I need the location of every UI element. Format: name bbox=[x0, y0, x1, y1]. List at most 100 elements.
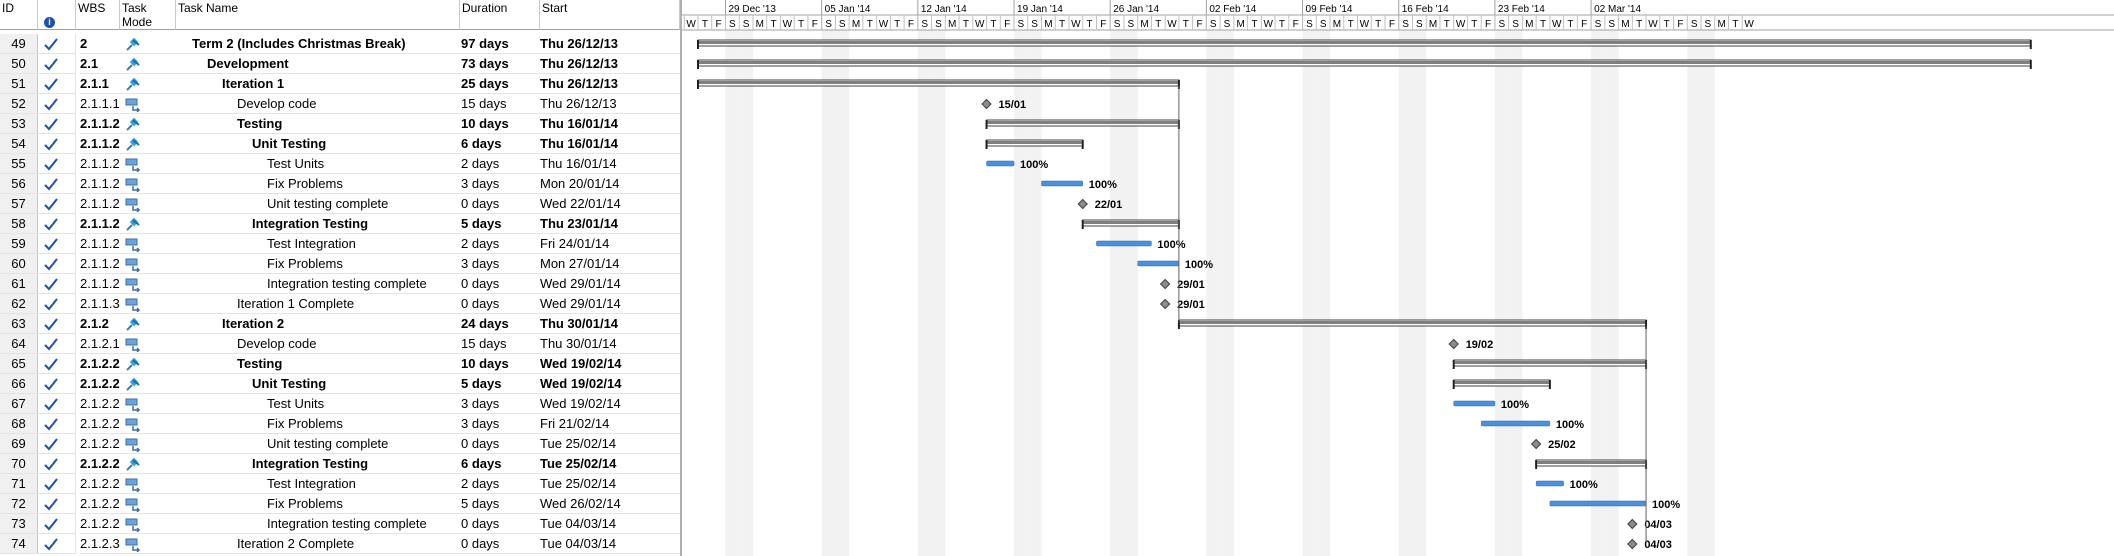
row-id[interactable]: 73 bbox=[0, 514, 38, 534]
task-name-cell[interactable]: Fix Problems bbox=[176, 174, 460, 194]
task-name-cell[interactable]: Develop code bbox=[176, 334, 460, 354]
row-id[interactable]: 52 bbox=[0, 94, 38, 114]
task-mode-cell[interactable] bbox=[120, 294, 176, 314]
duration-cell[interactable]: 97 days bbox=[460, 34, 540, 54]
task-mode-cell[interactable] bbox=[120, 134, 176, 154]
start-cell[interactable]: Wed 29/01/14 bbox=[540, 274, 680, 294]
row-id[interactable]: 55 bbox=[0, 154, 38, 174]
wbs-cell[interactable]: 2.1.1.1 bbox=[80, 94, 120, 114]
task-mode-cell[interactable] bbox=[120, 174, 176, 194]
start-cell[interactable]: Thu 26/12/13 bbox=[540, 94, 680, 114]
duration-cell[interactable]: 3 days bbox=[460, 414, 540, 434]
task-mode-cell[interactable] bbox=[120, 234, 176, 254]
wbs-cell[interactable]: 2.1.2.3 bbox=[80, 534, 120, 554]
duration-cell[interactable]: 3 days bbox=[460, 174, 540, 194]
start-cell[interactable]: Thu 30/01/14 bbox=[540, 334, 680, 354]
duration-cell[interactable]: 24 days bbox=[460, 314, 540, 334]
row-id[interactable]: 70 bbox=[0, 454, 38, 474]
duration-cell[interactable]: 3 days bbox=[460, 394, 540, 414]
row-id[interactable]: 54 bbox=[0, 134, 38, 154]
task-name-cell[interactable]: Iteration 1 bbox=[176, 74, 460, 94]
task-mode-cell[interactable] bbox=[120, 414, 176, 434]
start-cell[interactable]: Fri 24/01/14 bbox=[540, 234, 680, 254]
task-name-cell[interactable]: Testing bbox=[176, 114, 460, 134]
task-name-cell[interactable]: Integration Testing bbox=[176, 214, 460, 234]
row-id[interactable]: 71 bbox=[0, 474, 38, 494]
task-name-cell[interactable]: Integration testing complete bbox=[176, 514, 460, 534]
task-mode-cell[interactable] bbox=[120, 254, 176, 274]
start-cell[interactable]: Wed 26/02/14 bbox=[540, 494, 680, 514]
task-mode-cell[interactable] bbox=[120, 334, 176, 354]
start-cell[interactable]: Thu 16/01/14 bbox=[540, 134, 680, 154]
start-cell[interactable]: Wed 19/02/14 bbox=[540, 374, 680, 394]
wbs-cell[interactable]: 2 bbox=[80, 34, 120, 54]
task-mode-cell[interactable] bbox=[120, 474, 176, 494]
task-name-cell[interactable]: Unit testing complete bbox=[176, 194, 460, 214]
row-id[interactable]: 62 bbox=[0, 294, 38, 314]
task-name-cell[interactable]: Test Units bbox=[176, 394, 460, 414]
duration-cell[interactable]: 2 days bbox=[460, 474, 540, 494]
duration-cell[interactable]: 2 days bbox=[460, 154, 540, 174]
start-cell[interactable]: Tue 04/03/14 bbox=[540, 534, 680, 554]
duration-cell[interactable]: 0 days bbox=[460, 274, 540, 294]
row-id[interactable]: 69 bbox=[0, 434, 38, 454]
duration-cell[interactable]: 0 days bbox=[460, 434, 540, 454]
duration-cell[interactable]: 10 days bbox=[460, 114, 540, 134]
duration-cell[interactable]: 5 days bbox=[460, 374, 540, 394]
row-id[interactable]: 66 bbox=[0, 374, 38, 394]
column-header-task-mode[interactable]: Task Mode bbox=[120, 0, 176, 30]
column-header-indicators[interactable]: i bbox=[38, 0, 76, 30]
start-cell[interactable]: Tue 25/02/14 bbox=[540, 454, 680, 474]
row-id[interactable]: 60 bbox=[0, 254, 38, 274]
wbs-cell[interactable]: 2.1.1.2. bbox=[80, 194, 120, 214]
row-id[interactable]: 51 bbox=[0, 74, 38, 94]
row-id[interactable]: 50 bbox=[0, 54, 38, 74]
row-id[interactable]: 67 bbox=[0, 394, 38, 414]
column-header-id[interactable]: ID bbox=[0, 0, 38, 30]
start-cell[interactable]: Wed 29/01/14 bbox=[540, 294, 680, 314]
task-mode-cell[interactable] bbox=[120, 374, 176, 394]
wbs-cell[interactable]: 2.1.2.2. bbox=[80, 414, 120, 434]
task-mode-cell[interactable] bbox=[120, 74, 176, 94]
task-name-cell[interactable]: Test Units bbox=[176, 154, 460, 174]
wbs-cell[interactable]: 2.1.2.2. bbox=[80, 474, 120, 494]
start-cell[interactable]: Thu 16/01/14 bbox=[540, 114, 680, 134]
row-id[interactable]: 58 bbox=[0, 214, 38, 234]
start-cell[interactable]: Tue 25/02/14 bbox=[540, 474, 680, 494]
duration-cell[interactable]: 6 days bbox=[460, 454, 540, 474]
start-cell[interactable]: Thu 23/01/14 bbox=[540, 214, 680, 234]
task-mode-cell[interactable] bbox=[120, 114, 176, 134]
wbs-cell[interactable]: 2.1.2.2. bbox=[80, 514, 120, 534]
task-mode-cell[interactable] bbox=[120, 354, 176, 374]
task-name-cell[interactable]: Unit Testing bbox=[176, 134, 460, 154]
task-mode-cell[interactable] bbox=[120, 194, 176, 214]
task-name-cell[interactable]: Iteration 1 Complete bbox=[176, 294, 460, 314]
task-mode-cell[interactable] bbox=[120, 214, 176, 234]
wbs-cell[interactable]: 2.1.1.2. bbox=[80, 254, 120, 274]
task-mode-cell[interactable] bbox=[120, 34, 176, 54]
duration-cell[interactable]: 5 days bbox=[460, 494, 540, 514]
duration-cell[interactable]: 15 days bbox=[460, 334, 540, 354]
duration-cell[interactable]: 0 days bbox=[460, 294, 540, 314]
task-mode-cell[interactable] bbox=[120, 514, 176, 534]
duration-cell[interactable]: 3 days bbox=[460, 254, 540, 274]
row-id[interactable]: 49 bbox=[0, 34, 38, 54]
wbs-cell[interactable]: 2.1.2.2. bbox=[80, 394, 120, 414]
duration-cell[interactable]: 10 days bbox=[460, 354, 540, 374]
duration-cell[interactable]: 2 days bbox=[460, 234, 540, 254]
task-mode-cell[interactable] bbox=[120, 434, 176, 454]
start-cell[interactable]: Wed 22/01/14 bbox=[540, 194, 680, 214]
start-cell[interactable]: Tue 04/03/14 bbox=[540, 514, 680, 534]
wbs-cell[interactable]: 2.1.1.2. bbox=[80, 214, 120, 234]
wbs-cell[interactable]: 2.1.2 bbox=[80, 314, 120, 334]
row-id[interactable]: 61 bbox=[0, 274, 38, 294]
duration-cell[interactable]: 6 days bbox=[460, 134, 540, 154]
start-cell[interactable]: Mon 20/01/14 bbox=[540, 174, 680, 194]
start-cell[interactable]: Thu 26/12/13 bbox=[540, 74, 680, 94]
row-id[interactable]: 57 bbox=[0, 194, 38, 214]
start-cell[interactable]: Wed 19/02/14 bbox=[540, 394, 680, 414]
wbs-cell[interactable]: 2.1.1.2 bbox=[80, 114, 120, 134]
wbs-cell[interactable]: 2.1.2.2. bbox=[80, 434, 120, 454]
task-mode-cell[interactable] bbox=[120, 394, 176, 414]
task-name-cell[interactable]: Develop code bbox=[176, 94, 460, 114]
